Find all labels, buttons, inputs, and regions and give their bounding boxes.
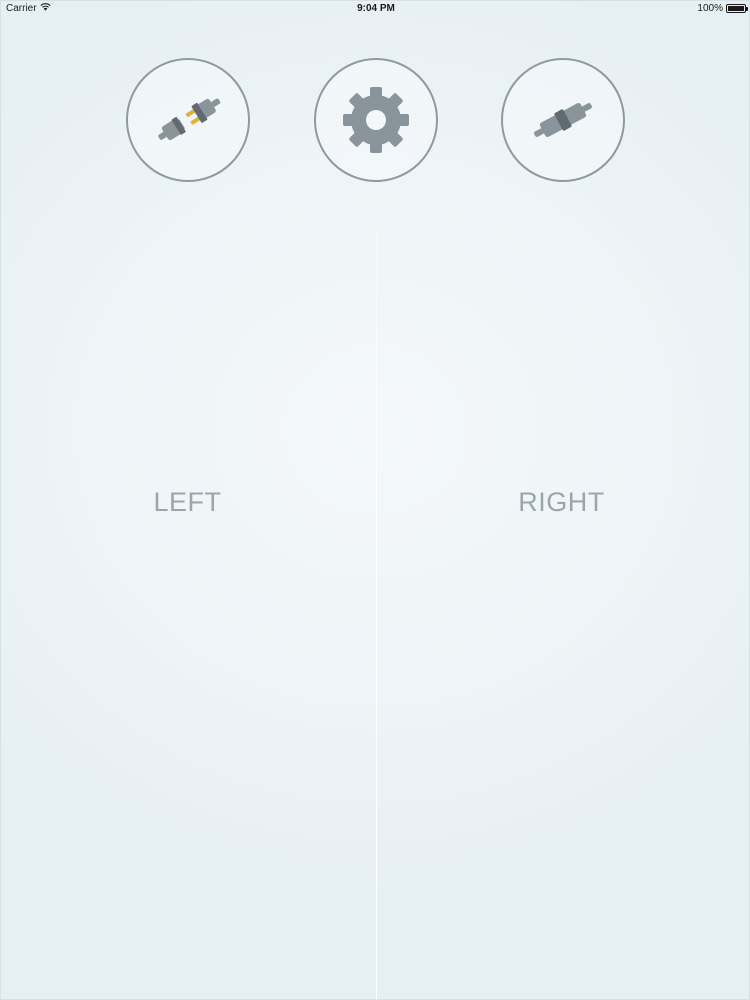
left-zone[interactable]: LEFT <box>1 201 376 1000</box>
battery-fill <box>728 6 744 11</box>
gear-icon <box>343 87 409 153</box>
status-bar: Carrier 9:04 PM 100% <box>1 1 750 17</box>
left-connect-button[interactable] <box>126 58 250 182</box>
right-connect-button[interactable] <box>501 58 625 182</box>
plug-connected-icon <box>534 103 592 137</box>
right-zone[interactable]: RIGHT <box>376 201 750 1000</box>
app-screen: Carrier 9:04 PM 100% LEFT RIGHT <box>0 0 750 1000</box>
status-right: 100% <box>697 3 748 14</box>
battery-percent: 100% <box>697 3 723 14</box>
settings-button[interactable] <box>314 58 438 182</box>
battery-icon <box>726 4 748 13</box>
status-time: 9:04 PM <box>357 3 395 14</box>
plug-disconnected-icon <box>158 98 221 141</box>
right-zone-label: RIGHT <box>518 487 605 517</box>
left-zone-label: LEFT <box>153 487 222 517</box>
